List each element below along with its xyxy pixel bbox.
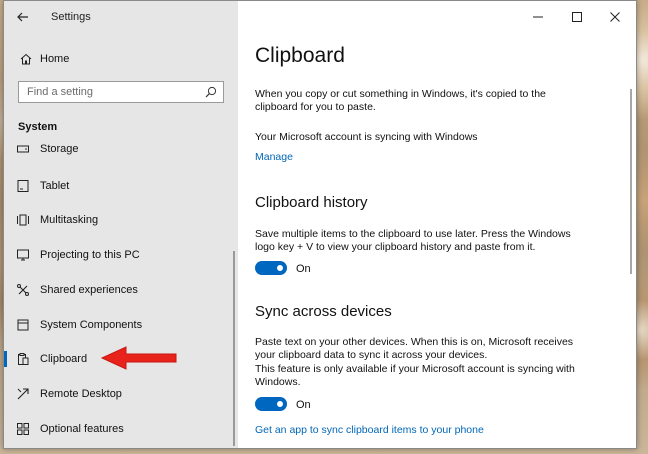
home-icon: [20, 53, 32, 65]
red-arrow-annotation: [100, 346, 177, 370]
sync-across-devices-toggle[interactable]: [255, 397, 287, 411]
minimize-icon[interactable]: [530, 9, 546, 25]
home-nav-item[interactable]: Home: [4, 49, 238, 71]
search-placeholder: Find a setting: [27, 86, 94, 98]
manage-link[interactable]: Manage: [255, 151, 293, 163]
sidebar-item-remote-desktop[interactable]: Remote Desktop: [4, 379, 238, 409]
sidebar-item-label: Clipboard: [40, 353, 88, 365]
nav-list: Storage Tablet Multitasking Projecting t…: [4, 141, 238, 450]
sync-desc-line1: Paste text on your other devices. When t…: [255, 336, 574, 348]
sync-desc-line4: Windows.: [255, 376, 301, 388]
home-label: Home: [40, 53, 70, 65]
search-icon[interactable]: [204, 85, 218, 99]
sidebar-scrollbar[interactable]: [233, 251, 235, 446]
sidebar-item-label: Optional features: [40, 423, 124, 435]
history-desc-line1: Save multiple items to the clipboard to …: [255, 228, 571, 240]
settings-window: Settings Home Find a setting System Stor: [3, 0, 637, 449]
sync-desc-line2: your clipboard data to sync it across yo…: [255, 349, 488, 361]
sync-status-text: Your Microsoft account is syncing with W…: [255, 131, 478, 143]
get-app-link[interactable]: Get an app to sync clipboard items to yo…: [255, 424, 484, 436]
sidebar-item-shared-experiences[interactable]: Shared experiences: [4, 275, 238, 305]
system-components-icon: [17, 319, 29, 331]
sidebar-item-storage[interactable]: Storage: [4, 141, 238, 164]
sync-desc-line3: This feature is only available if your M…: [255, 363, 575, 375]
content-scrollbar[interactable]: [630, 89, 632, 274]
close-icon[interactable]: [607, 9, 623, 25]
intro-text-line1: When you copy or cut something in Window…: [255, 88, 546, 100]
sidebar-item-tablet[interactable]: Tablet: [4, 171, 238, 201]
sync-across-devices-heading: Sync across devices: [255, 303, 392, 320]
sidebar-item-label: Shared experiences: [40, 284, 138, 296]
clipboard-history-toggle-label: On: [296, 263, 311, 275]
sidebar-item-label: Projecting to this PC: [40, 249, 140, 261]
sidebar: Settings Home Find a setting System Stor: [4, 1, 238, 448]
sidebar-item-label: Tablet: [40, 180, 70, 192]
page-title: Clipboard: [255, 44, 345, 67]
sidebar-item-optional-features[interactable]: Optional features: [4, 414, 238, 444]
title-bar: Settings: [4, 1, 238, 33]
section-label-system: System: [18, 121, 58, 133]
remote-desktop-icon: [17, 388, 29, 400]
maximize-icon[interactable]: [569, 9, 585, 25]
multitasking-icon: [17, 214, 29, 226]
sidebar-item-label: Remote Desktop: [40, 388, 122, 400]
tablet-icon: [17, 180, 29, 192]
sidebar-item-system-components[interactable]: System Components: [4, 310, 238, 340]
sidebar-item-label: Storage: [40, 143, 79, 155]
window-controls: [496, 1, 636, 33]
sync-toggle-label: On: [296, 399, 311, 411]
shared-experiences-icon: [17, 284, 29, 296]
back-arrow-icon: [17, 12, 28, 22]
sidebar-item-label: Multitasking: [40, 214, 99, 226]
optional-features-icon: [17, 423, 29, 435]
sidebar-item-label: System Components: [40, 319, 143, 331]
history-desc-line2: logo key + V to view your clipboard hist…: [255, 241, 536, 253]
toggle-knob: [277, 265, 283, 271]
sidebar-item-multitasking[interactable]: Multitasking: [4, 205, 238, 235]
toggle-knob: [277, 401, 283, 407]
sidebar-item-projecting[interactable]: Projecting to this PC: [4, 240, 238, 270]
back-button[interactable]: [12, 7, 34, 27]
clipboard-history-toggle[interactable]: [255, 261, 287, 275]
storage-icon: [17, 145, 29, 153]
projecting-icon: [17, 249, 29, 261]
app-title: Settings: [51, 11, 91, 23]
intro-text-line2: clipboard for you to paste.: [255, 101, 376, 113]
clipboard-history-heading: Clipboard history: [255, 194, 368, 211]
content-pane: Clipboard When you copy or cut something…: [238, 1, 636, 448]
search-input[interactable]: Find a setting: [18, 81, 224, 103]
clipboard-icon: [18, 353, 29, 365]
